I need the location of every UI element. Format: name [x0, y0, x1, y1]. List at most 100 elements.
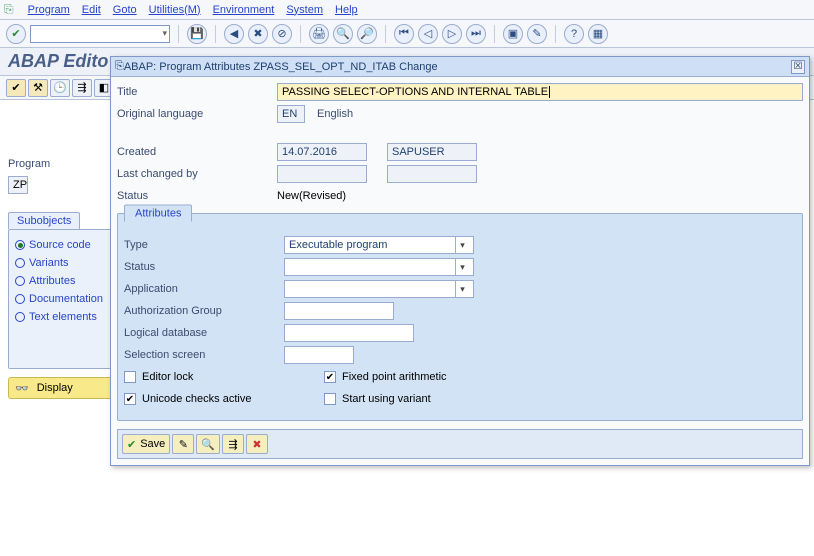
- status-value: New(Revised): [277, 190, 346, 202]
- last-page-icon[interactable]: ⏭: [466, 24, 486, 44]
- check-icon[interactable]: ✔: [6, 79, 26, 97]
- chevron-down-icon: ▾: [455, 281, 469, 297]
- created-by: SAPUSER: [387, 143, 477, 161]
- attributes-group-tab: Attributes: [124, 205, 192, 222]
- radio-attributes[interactable]: Attributes: [15, 272, 107, 290]
- dialog-button-bar: ✔ Save ✎ 🔍 ⇶ ✖: [117, 429, 803, 459]
- selscr-label: Selection screen: [124, 349, 284, 361]
- find-icon[interactable]: 🔍: [333, 24, 353, 44]
- application-select[interactable]: ▾: [284, 280, 474, 298]
- standard-toolbar: ✔ ▾ 💾 ◀ ✖ ⊘ 🖨 🔍 🔎 ⏮ ◁ ▷ ⏭ ▣ ✎ ? ▦: [0, 20, 814, 48]
- prev-page-icon[interactable]: ◁: [418, 24, 438, 44]
- next-page-icon[interactable]: ▷: [442, 24, 462, 44]
- edit-button[interactable]: ✎: [172, 434, 194, 454]
- sap-window-icon: ⎘: [115, 60, 124, 73]
- chevron-down-icon: ▾: [162, 28, 167, 39]
- status-label: Status: [117, 190, 277, 202]
- separator: [300, 25, 301, 43]
- unicode-label: Unicode checks active: [142, 393, 251, 405]
- save-icon[interactable]: 💾: [187, 24, 207, 44]
- find-button[interactable]: 🔍: [196, 434, 220, 454]
- selscr-input[interactable]: [284, 346, 354, 364]
- check-icon: ✔: [127, 438, 136, 451]
- program-input[interactable]: ZP: [8, 176, 28, 194]
- orig-lang-label: Original language: [117, 108, 277, 120]
- menu-program[interactable]: Program: [28, 4, 70, 16]
- separator: [178, 25, 179, 43]
- save-button[interactable]: ✔ Save: [122, 434, 170, 454]
- variant-button[interactable]: ⇶: [222, 434, 244, 454]
- menu-help[interactable]: Help: [335, 4, 358, 16]
- startvar-label: Start using variant: [342, 393, 431, 405]
- display-button[interactable]: 👓 Display: [8, 377, 114, 399]
- radio-source-code[interactable]: Source code: [15, 236, 107, 254]
- separator: [555, 25, 556, 43]
- menu-system[interactable]: System: [286, 4, 323, 16]
- command-field[interactable]: ▾: [30, 25, 170, 43]
- status-select[interactable]: ▾: [284, 258, 474, 276]
- tool-icon[interactable]: ⚒: [28, 79, 48, 97]
- lastchg-by: [387, 165, 477, 183]
- radio-label: Source code: [29, 239, 91, 251]
- radio-dot: [15, 258, 25, 268]
- print-icon[interactable]: 🖨: [309, 24, 329, 44]
- type-select-value: Executable program: [289, 239, 387, 251]
- menu-goto[interactable]: Goto: [113, 4, 137, 16]
- startvar-checkbox[interactable]: Start using variant: [324, 393, 431, 405]
- layout-icon[interactable]: ▦: [588, 24, 608, 44]
- save-button-label: Save: [140, 438, 165, 450]
- branch-icon: ⇶: [228, 438, 237, 451]
- nav-icon[interactable]: ⇶: [72, 79, 92, 97]
- close-icon: ✖: [252, 438, 261, 451]
- radio-dot: [15, 294, 25, 304]
- shortcut-icon[interactable]: ✎: [527, 24, 547, 44]
- clock-icon[interactable]: 🕒: [50, 79, 70, 97]
- menu-environment[interactable]: Environment: [213, 4, 275, 16]
- radio-label: Text elements: [29, 311, 97, 323]
- radio-label: Variants: [29, 257, 69, 269]
- find-next-icon[interactable]: 🔎: [357, 24, 377, 44]
- application-label: Application: [124, 283, 284, 295]
- editorlock-checkbox[interactable]: Editor lock: [124, 371, 324, 383]
- enter-button[interactable]: ✔: [6, 24, 26, 44]
- editorlock-label: Editor lock: [142, 371, 193, 383]
- menu-utilities[interactable]: Utilities(M): [149, 4, 201, 16]
- close-icon[interactable]: ☒: [791, 60, 805, 74]
- pencil-icon: ✎: [179, 438, 188, 451]
- first-page-icon[interactable]: ⏮: [394, 24, 414, 44]
- menu-edit[interactable]: Edit: [82, 4, 101, 16]
- separator: [215, 25, 216, 43]
- text-cursor: [549, 86, 550, 98]
- cancel-icon[interactable]: ⊘: [272, 24, 292, 44]
- exit-icon[interactable]: ✖: [248, 24, 268, 44]
- orig-lang-code: EN: [277, 105, 305, 123]
- orig-lang-name: English: [305, 108, 353, 120]
- created-label: Created: [117, 146, 277, 158]
- help-icon[interactable]: ?: [564, 24, 584, 44]
- type-label: Type: [124, 239, 284, 251]
- magnifier-icon: 🔍: [201, 438, 215, 451]
- dialog-title: ABAP: Program Attributes ZPASS_SEL_OPT_N…: [124, 61, 438, 73]
- checkbox-checked-icon: ✔: [324, 371, 336, 383]
- display-button-label: Display: [37, 382, 73, 394]
- radio-variants[interactable]: Variants: [15, 254, 107, 272]
- checkbox-checked-icon: ✔: [124, 393, 136, 405]
- separator: [385, 25, 386, 43]
- ldb-input[interactable]: [284, 324, 414, 342]
- new-session-icon[interactable]: ▣: [503, 24, 523, 44]
- radio-label: Attributes: [29, 275, 75, 287]
- radio-dot: [15, 276, 25, 286]
- fixedpoint-checkbox[interactable]: ✔ Fixed point arithmetic: [324, 371, 447, 383]
- cancel-button[interactable]: ✖: [246, 434, 268, 454]
- ldb-label: Logical database: [124, 327, 284, 339]
- auth-input[interactable]: [284, 302, 394, 320]
- unicode-checkbox[interactable]: ✔ Unicode checks active: [124, 393, 324, 405]
- fixedpoint-label: Fixed point arithmetic: [342, 371, 447, 383]
- radio-text-elements[interactable]: Text elements: [15, 308, 107, 326]
- title-input[interactable]: PASSING SELECT-OPTIONS AND INTERNAL TABL…: [277, 83, 803, 101]
- radio-documentation[interactable]: Documentation: [15, 290, 107, 308]
- radio-dot: [15, 240, 25, 250]
- type-select[interactable]: Executable program ▾: [284, 236, 474, 254]
- back-icon[interactable]: ◀: [224, 24, 244, 44]
- program-label: Program: [8, 158, 50, 170]
